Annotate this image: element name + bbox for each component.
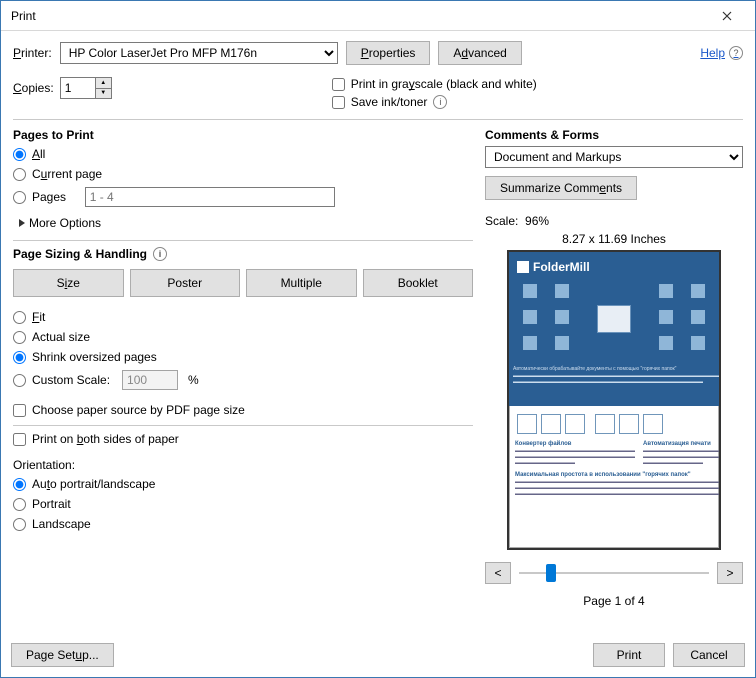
pages-to-print-title: Pages to Print [13, 128, 473, 142]
comments-select[interactable]: Document and Markups [485, 146, 743, 168]
divider [13, 119, 743, 120]
pages-current-radio[interactable]: Current page [13, 167, 473, 181]
orientation-auto-radio[interactable]: Auto portrait/landscape [13, 477, 473, 491]
print-dialog: Print Printer: HP Color LaserJet Pro MFP… [0, 0, 756, 678]
size-button[interactable]: Size [13, 269, 124, 297]
grayscale-checkbox[interactable]: Print in grayscale (black and white) [332, 77, 537, 91]
printer-select[interactable]: HP Color LaserJet Pro MFP M176n [60, 42, 338, 64]
printer-label: Printer: [13, 46, 52, 60]
poster-button[interactable]: Poster [130, 269, 241, 297]
window-title: Print [9, 9, 36, 23]
actual-size-radio[interactable]: Actual size [13, 330, 473, 344]
cancel-button[interactable]: Cancel [673, 643, 745, 667]
shrink-radio[interactable]: Shrink oversized pages [13, 350, 473, 364]
help-link[interactable]: Help ? [700, 46, 743, 60]
info-icon: i [153, 247, 167, 261]
custom-scale-radio[interactable]: Custom Scale: % [13, 370, 473, 390]
preview-prev-button[interactable]: < [485, 562, 511, 584]
custom-scale-input[interactable] [122, 370, 178, 390]
sizing-title: Page Sizing & Handling i [13, 247, 473, 261]
summarize-comments-button[interactable]: Summarize Comments [485, 176, 637, 200]
page-indicator: Page 1 of 4 [485, 594, 743, 608]
help-icon: ? [729, 46, 743, 60]
scale-value: 96% [525, 214, 549, 228]
properties-button[interactable]: Properties [346, 41, 431, 65]
preview-page-slider[interactable] [519, 563, 709, 583]
copies-down[interactable]: ▼ [96, 89, 111, 99]
fit-radio[interactable]: Fit [13, 310, 473, 324]
advanced-button[interactable]: Advanced [438, 41, 521, 65]
print-button[interactable]: Print [593, 643, 665, 667]
page-dimensions: 8.27 x 11.69 Inches [485, 232, 743, 246]
pages-range-radio[interactable]: Pages [13, 187, 473, 207]
orientation-label: Orientation: [13, 458, 473, 472]
chevron-right-icon [19, 219, 25, 227]
orientation-portrait-radio[interactable]: Portrait [13, 497, 473, 511]
titlebar: Print [1, 1, 755, 31]
close-icon [722, 11, 732, 21]
copies-stepper[interactable]: ▲ ▼ [60, 77, 112, 99]
multiple-button[interactable]: Multiple [246, 269, 357, 297]
paper-source-checkbox[interactable]: Choose paper source by PDF page size [13, 403, 473, 417]
copies-label: Copies: [13, 81, 54, 95]
page-setup-button[interactable]: Page Setup... [11, 643, 114, 667]
preview-next-button[interactable]: > [717, 562, 743, 584]
pages-range-input[interactable] [85, 187, 335, 207]
info-icon: i [433, 95, 447, 109]
comments-forms-title: Comments & Forms [485, 128, 743, 142]
print-preview: FolderMill [507, 250, 721, 550]
both-sides-checkbox[interactable]: Print on both sides of paper [13, 432, 473, 446]
close-button[interactable] [707, 2, 747, 30]
booklet-button[interactable]: Booklet [363, 269, 474, 297]
scale-label: Scale: [485, 214, 518, 228]
more-options-toggle[interactable]: More Options [19, 216, 473, 230]
copies-input[interactable] [61, 78, 95, 98]
save-ink-checkbox[interactable]: Save ink/toner i [332, 95, 537, 109]
orientation-landscape-radio[interactable]: Landscape [13, 517, 473, 531]
pages-all-radio[interactable]: All [13, 147, 473, 161]
copies-up[interactable]: ▲ [96, 78, 111, 89]
